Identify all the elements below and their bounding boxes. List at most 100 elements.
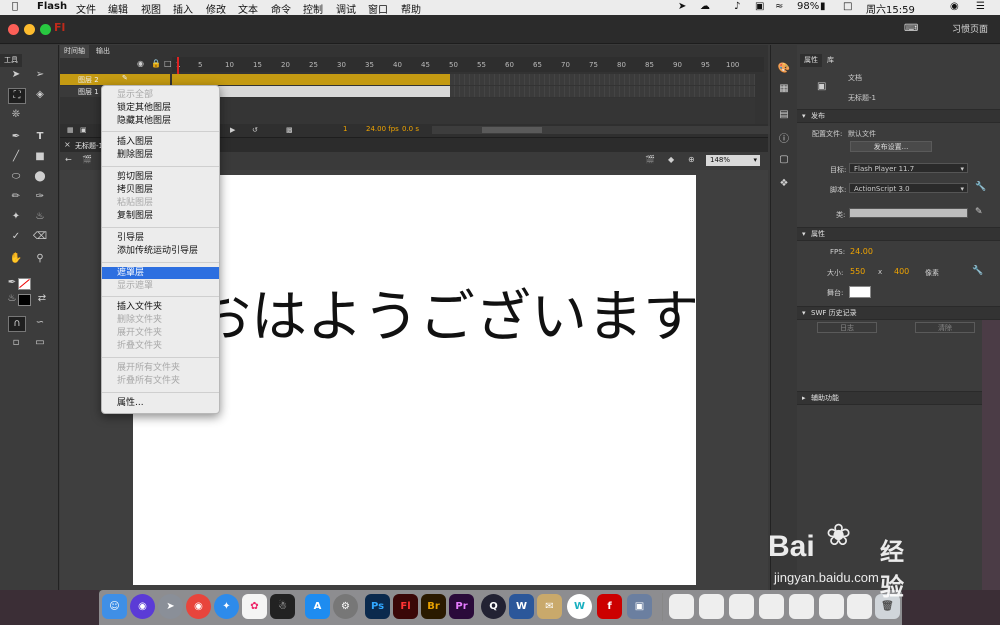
output-tab[interactable]: 输出 — [92, 45, 114, 58]
wifi-icon[interactable]: ≈ — [775, 1, 783, 12]
system-preferences-icon[interactable]: ⚙ — [333, 594, 358, 619]
wrench-icon[interactable]: 🔧 — [975, 182, 986, 192]
brush-tool-icon[interactable]: ✑ — [32, 190, 48, 204]
text-tool-icon[interactable]: T — [32, 130, 48, 144]
document-thumbnail[interactable] — [729, 594, 754, 619]
menu-item-properties[interactable]: 属性... — [102, 397, 219, 409]
outline-all-icon[interactable]: □ — [164, 59, 172, 68]
pencil-tool-icon[interactable]: ✏ — [8, 190, 24, 204]
pen-tool-icon[interactable]: ✒ — [8, 130, 24, 144]
apple-icon[interactable]:  — [12, 1, 18, 12]
bone-tool-icon[interactable]: ✦ — [8, 210, 24, 224]
layer-name[interactable]: 图层 1 — [78, 87, 99, 97]
menu-file[interactable]: 文件 — [76, 1, 96, 16]
line-tool-icon[interactable]: ╱ — [8, 150, 24, 164]
motion-presets-icon[interactable]: ❖ — [777, 177, 791, 191]
rectangle-tool-icon[interactable]: ■ — [32, 150, 48, 164]
premiere-icon[interactable]: Pr — [449, 594, 474, 619]
current-frame[interactable]: 1 — [343, 125, 347, 133]
wunderlist-icon[interactable]: W — [567, 594, 592, 619]
menu-item-duplicate-layer[interactable]: 复制图层 — [102, 210, 219, 222]
chrome-icon[interactable]: ◉ — [186, 594, 211, 619]
document-thumbnail[interactable] — [759, 594, 784, 619]
photoshop-icon[interactable]: Ps — [365, 594, 390, 619]
menu-item-insert-layer[interactable]: 插入图层 — [102, 136, 219, 148]
word-icon[interactable]: W — [509, 594, 534, 619]
menu-commands[interactable]: 命令 — [271, 1, 291, 16]
fill-color-swatch[interactable] — [18, 294, 31, 306]
layer-name[interactable]: 图层 2 — [78, 75, 99, 85]
frame-ruler[interactable]: 1 5 10 15 20 25 30 35 40 45 50 55 60 65 … — [172, 57, 764, 97]
accessibility-section-header[interactable]: ▸ 辅助功能 — [797, 391, 1000, 405]
qq-icon[interactable]: ☃ — [270, 594, 295, 619]
document-tab[interactable]: 无标题-1 — [75, 141, 103, 151]
log-button[interactable]: 日志 — [817, 322, 877, 333]
swap-colors-icon[interactable]: ⇄ — [34, 292, 50, 306]
menu-debug[interactable]: 调试 — [336, 1, 356, 16]
battery-icon[interactable]: ▮ — [820, 1, 826, 12]
menu-app-name[interactable]: Flash — [37, 1, 67, 12]
play-icon[interactable]: ▶ — [230, 126, 235, 134]
send-icon[interactable]: ➤ — [678, 1, 686, 12]
frame-rate[interactable]: 24.00 fps — [366, 125, 399, 133]
selection-tool-icon[interactable]: ➤ — [8, 68, 24, 82]
menu-item-hide-others[interactable]: 隐藏其他图层 — [102, 115, 219, 127]
timeline-scrollbar[interactable] — [432, 126, 812, 134]
layer-row-2[interactable]: 图层 2 ✎ — [60, 74, 170, 85]
flash-icon[interactable]: Fl — [393, 594, 418, 619]
volume-icon[interactable]: ♪ — [734, 1, 740, 12]
layer-2-frames[interactable] — [172, 74, 450, 85]
flash-player-icon[interactable]: f — [597, 594, 622, 619]
script-select[interactable]: ActionScript 3.0 ▾ — [849, 183, 968, 193]
clock-text[interactable]: 周六15:59 — [866, 1, 915, 16]
input-method-icon[interactable]: □ — [843, 1, 852, 12]
edit-class-icon[interactable]: ✎ — [975, 207, 983, 217]
airplay-icon[interactable]: ▣ — [755, 1, 764, 12]
safari-icon[interactable]: ✦ — [214, 594, 239, 619]
menu-edit[interactable]: 编辑 — [108, 1, 128, 16]
zoom-select[interactable]: 148% ▾ — [706, 155, 760, 166]
menu-item-guide[interactable]: 引导层 — [102, 232, 219, 244]
menu-item-delete-layer[interactable]: 删除图层 — [102, 149, 219, 161]
menu-item-lock-others[interactable]: 锁定其他图层 — [102, 102, 219, 114]
free-transform-tool-icon[interactable]: ⛶ — [8, 88, 26, 104]
swatches-icon[interactable]: ▦ — [777, 82, 791, 96]
menu-help[interactable]: 帮助 — [401, 1, 421, 16]
rotate-skew-icon[interactable]: ▭ — [32, 336, 48, 350]
notification-icon[interactable]: ☰ — [976, 1, 985, 12]
document-thumbnail[interactable] — [819, 594, 844, 619]
wrench-icon[interactable]: 🔧 — [972, 266, 983, 276]
menu-item-insert-folder[interactable]: 插入文件夹 — [102, 301, 219, 313]
document-thumbnail[interactable] — [699, 594, 724, 619]
new-folder-icon[interactable]: ▣ — [80, 126, 87, 134]
menu-window[interactable]: 窗口 — [368, 1, 388, 16]
loop-icon[interactable]: ↺ — [252, 126, 258, 134]
properties-tab[interactable]: 属性 — [800, 54, 822, 67]
publish-section-header[interactable]: ▾ 发布 — [797, 109, 1000, 123]
stage-width[interactable]: 550 — [850, 267, 865, 276]
preview-icon[interactable]: ✉ — [537, 594, 562, 619]
app-store-icon[interactable]: A — [305, 594, 330, 619]
sync-settings-icon[interactable]: ⌨ — [904, 23, 918, 34]
swf-history-section-header[interactable]: ▾ SWF 历史记录 — [797, 306, 1000, 320]
3d-rotation-tool-icon[interactable]: ◈ — [32, 88, 48, 102]
menu-modify[interactable]: 修改 — [206, 1, 226, 16]
eraser-tool-icon[interactable]: ⌫ — [32, 230, 48, 244]
menu-item-copy-layer[interactable]: 拷贝图层 — [102, 184, 219, 196]
image-capture-icon[interactable]: ▣ — [627, 594, 652, 619]
document-thumbnail[interactable] — [669, 594, 694, 619]
edit-scene-icon[interactable]: 🎬 — [645, 155, 655, 164]
menu-view[interactable]: 视图 — [141, 1, 161, 16]
user-avatar-icon[interactable]: ◉ — [950, 1, 959, 12]
layer-1-empty-frames[interactable] — [450, 86, 755, 97]
minimize-window-button[interactable] — [24, 24, 35, 35]
tools-tab[interactable]: 工具 — [0, 54, 22, 67]
scene-icon[interactable]: 🎬 — [82, 155, 92, 164]
close-window-button[interactable] — [8, 24, 19, 35]
snap-to-objects-icon[interactable]: ∩ — [8, 316, 26, 332]
eyedropper-tool-icon[interactable]: ✓ — [8, 230, 24, 244]
edit-symbol-icon[interactable]: ◆ — [668, 155, 674, 164]
photos-icon[interactable]: ✿ — [242, 594, 267, 619]
publish-settings-button[interactable]: 发布设置... — [850, 141, 932, 152]
library-tab[interactable]: 库 — [823, 54, 838, 67]
